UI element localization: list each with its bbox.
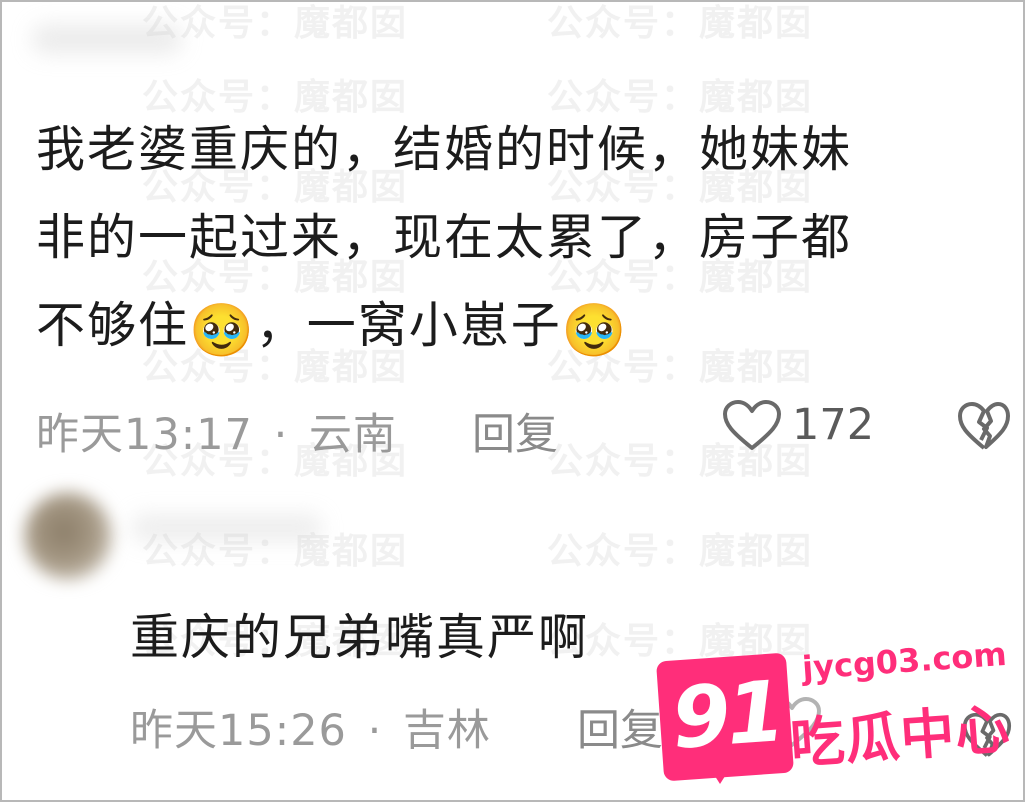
blurred-username xyxy=(32,24,182,54)
logo-name: 吃瓜中心 xyxy=(788,697,1013,776)
watermark: 公众号：魔都囡 xyxy=(547,531,814,572)
comment-time: 昨天13:17 xyxy=(36,410,253,460)
meta-separator: · xyxy=(273,410,289,460)
comment-meta: 昨天13:17 · 云南 xyxy=(36,400,397,462)
watermark: 公众号：魔都囡 xyxy=(547,3,814,44)
crying-face-emoji-icon: 🥹 xyxy=(561,301,629,361)
comment-text: 重庆的兄弟嘴真严啊 xyxy=(130,609,590,666)
like-heart-icon[interactable] xyxy=(722,400,782,452)
comment-meta: 昨天15:26 · 吉林 xyxy=(130,696,491,758)
logo-number: 91 xyxy=(668,662,785,768)
comment-line-text: ，一窝小崽子 xyxy=(255,297,562,354)
comment-time: 昨天15:26 xyxy=(130,706,347,756)
logo-badge-tail xyxy=(706,762,734,784)
meta-separator: · xyxy=(367,706,383,756)
comment-location: 云南 xyxy=(308,410,397,460)
avatar[interactable] xyxy=(24,492,112,580)
comment-line-text: 不够住 xyxy=(36,297,190,354)
logo-url: jycg03.com xyxy=(800,634,1008,688)
like-count: 172 xyxy=(792,400,875,450)
reply-button[interactable]: 回复 xyxy=(577,696,663,758)
comment-line: 我老婆重庆的，结婚的时候，她妹妹 xyxy=(36,121,853,178)
screenshot-frame: 公众号：魔都囡 公众号：魔都囡 公众号：魔都囡 公众号：魔都囡 公众号：魔都囡 … xyxy=(0,0,1025,802)
comment-line: 非的一起过来，现在太累了，房子都 xyxy=(36,209,853,266)
crying-face-emoji-icon: 🥹 xyxy=(189,301,256,361)
dislike-broken-heart-icon[interactable] xyxy=(957,402,1011,452)
blurred-username xyxy=(132,514,322,542)
comment-location: 吉林 xyxy=(402,706,491,756)
comment-line: 不够住🥹，一窝小崽子🥹 xyxy=(36,282,996,370)
reply-button[interactable]: 回复 xyxy=(472,400,558,462)
comment-text: 我老婆重庆的，结婚的时候，她妹妹 非的一起过来，现在太累了，房子都 不够住🥹，一… xyxy=(36,106,996,370)
